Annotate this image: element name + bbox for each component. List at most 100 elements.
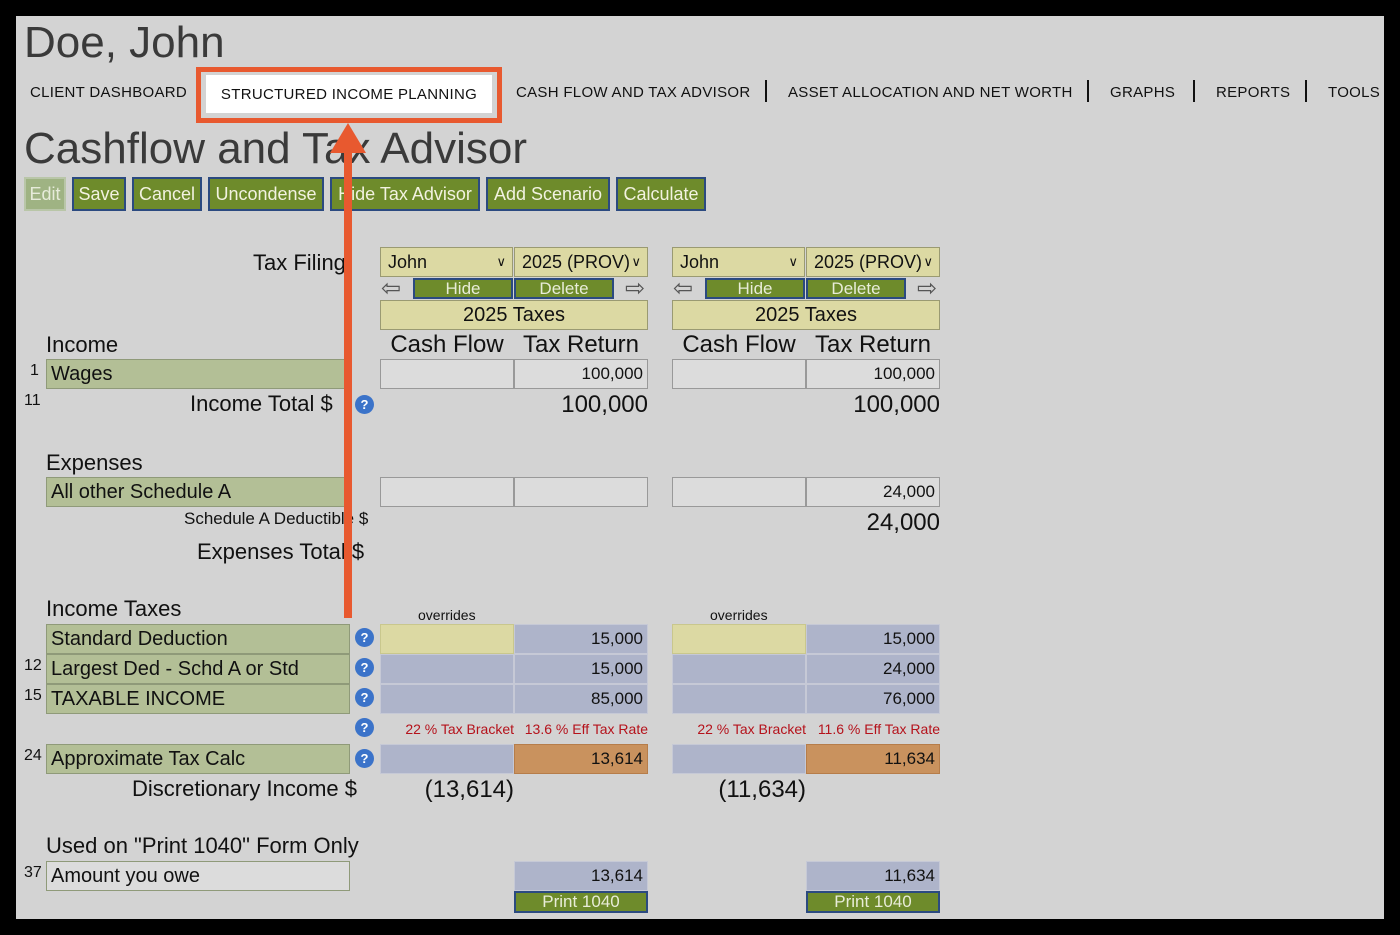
- tax-filing-label: Tax Filing: [253, 250, 346, 275]
- scenario2-schedule-a-cash-flow[interactable]: [672, 477, 806, 507]
- scenario1-schedule-a-tax-return[interactable]: [514, 477, 648, 507]
- scenario1-eff-tax-rate: 13.6 % Eff Tax Rate: [524, 721, 648, 737]
- scenario2-approx-tax: 11,634: [806, 744, 940, 774]
- scenario1-wages-cash-flow[interactable]: [380, 359, 514, 389]
- scenario2-person-value: John: [680, 251, 720, 272]
- scenario1-year-value: 2025 (PROV): [522, 251, 631, 272]
- nav-asset-allocation[interactable]: ASSET ALLOCATION AND NET WORTH: [788, 84, 1073, 101]
- save-button[interactable]: Save: [72, 177, 126, 211]
- scenario2-taxable-income: 76,000: [806, 684, 940, 714]
- add-scenario-button[interactable]: Add Scenario: [486, 177, 610, 211]
- wages-row-label: Wages: [46, 359, 350, 389]
- scenario1-approx-tax: 13,614: [514, 744, 648, 774]
- calculate-button[interactable]: Calculate: [616, 177, 706, 211]
- nav-graphs[interactable]: GRAPHS: [1110, 84, 1175, 101]
- income-total-label: Income Total $: [190, 391, 333, 416]
- arrow-right-icon[interactable]: ⇨: [622, 277, 648, 301]
- scenario2-income-total: 100,000: [853, 391, 940, 418]
- uncondense-button[interactable]: Uncondense: [208, 177, 324, 211]
- scenario2-hide-button[interactable]: Hide: [705, 278, 805, 299]
- nav-separator: [765, 80, 767, 102]
- scenario1-schedule-a-cash-flow[interactable]: [380, 477, 514, 507]
- scenario1-hide-button[interactable]: Hide: [413, 278, 513, 299]
- approx-tax-row-label: Approximate Tax Calc: [46, 744, 350, 774]
- arrow-right-icon[interactable]: ⇨: [914, 277, 940, 301]
- scenario2-approx-tax-cash-flow: [672, 744, 806, 774]
- scenario1-year-select[interactable]: 2025 (PROV) ∨: [514, 247, 648, 277]
- arrow-left-icon[interactable]: ⇦: [670, 277, 696, 301]
- arrow-left-icon[interactable]: ⇦: [378, 277, 404, 301]
- app-window: Doe, John CLIENT DASHBOARD STRUCTURED IN…: [16, 16, 1384, 919]
- income-taxes-section-heading: Income Taxes: [46, 596, 182, 621]
- scenario2-wages-tax-return[interactable]: 100,000: [806, 359, 940, 389]
- nav-client-dashboard[interactable]: CLIENT DASHBOARD: [30, 84, 187, 101]
- print-1040-section-heading: Used on "Print 1040" Form Only: [46, 833, 359, 858]
- nav-reports[interactable]: REPORTS: [1216, 84, 1290, 101]
- scenario2-cash-flow-header: Cash Flow: [682, 331, 796, 358]
- annotation-arrow-line: [344, 148, 352, 618]
- taxable-income-row-label: TAXABLE INCOME: [46, 684, 350, 714]
- scenario1-wages-tax-return[interactable]: 100,000: [514, 359, 648, 389]
- scenario2-taxable-income-cash-flow: [672, 684, 806, 714]
- scenario1-person-select[interactable]: John ∨: [380, 247, 513, 277]
- scenario1-taxable-income-cash-flow: [380, 684, 514, 714]
- scenario2-largest-ded: 24,000: [806, 654, 940, 684]
- scenario2-tax-return-header: Tax Return: [814, 331, 932, 358]
- scenario1-overrides-label: overrides: [418, 607, 476, 623]
- expenses-section-heading: Expenses: [46, 450, 143, 475]
- scenario1-print-1040-button[interactable]: Print 1040: [514, 891, 648, 913]
- question-circle-icon[interactable]: ?: [355, 628, 374, 647]
- question-circle-icon[interactable]: ?: [355, 688, 374, 707]
- scenario2-standard-deduction-override[interactable]: [672, 624, 806, 654]
- scenario2-standard-deduction: 15,000: [806, 624, 940, 654]
- standard-deduction-row-label: Standard Deduction: [46, 624, 350, 654]
- question-circle-icon[interactable]: ?: [355, 718, 374, 737]
- chevron-down-icon: ∨: [631, 254, 641, 269]
- scenario1-income-total: 100,000: [561, 391, 648, 418]
- scenario2-schedule-a-tax-return[interactable]: 24,000: [806, 477, 940, 507]
- nav-separator: [1193, 80, 1195, 102]
- scenario2-year-select[interactable]: 2025 (PROV) ∨: [806, 247, 940, 277]
- scenario2-wages-cash-flow[interactable]: [672, 359, 806, 389]
- nav-tools[interactable]: TOOLS: [1328, 84, 1380, 101]
- line-number: 12: [24, 657, 42, 674]
- scenario2-eff-tax-rate: 11.6 % Eff Tax Rate: [817, 721, 940, 737]
- nav-cash-flow-tax-advisor[interactable]: CASH FLOW AND TAX ADVISOR: [516, 84, 751, 101]
- question-circle-icon[interactable]: ?: [355, 395, 374, 414]
- edit-button[interactable]: Edit: [24, 177, 66, 211]
- scenario2-discretionary-income: (11,634): [718, 776, 806, 803]
- expenses-total-label: Expenses Total $: [197, 539, 365, 564]
- scenario1-standard-deduction: 15,000: [514, 624, 648, 654]
- scenario1-taxable-income: 85,000: [514, 684, 648, 714]
- scenario1-tax-bracket: 22 % Tax Bracket: [405, 721, 514, 737]
- line-number: 24: [24, 747, 42, 764]
- chevron-down-icon: ∨: [788, 254, 798, 269]
- line-number: 11: [24, 392, 41, 409]
- client-name: Doe, John: [24, 18, 225, 67]
- scenario1-discretionary-income: (13,614): [424, 776, 514, 803]
- amount-owe-row-label: Amount you owe: [46, 861, 350, 891]
- scenario2-overrides-label: overrides: [710, 607, 768, 623]
- largest-ded-row-label: Largest Ded - Schd A or Std: [46, 654, 350, 684]
- nav-separator: [1305, 80, 1307, 102]
- scenario1-standard-deduction-override[interactable]: [380, 624, 514, 654]
- line-number: 1: [30, 362, 39, 379]
- line-number: 37: [24, 864, 42, 881]
- hide-tax-advisor-button[interactable]: Hide Tax Advisor: [330, 177, 480, 211]
- cancel-button[interactable]: Cancel: [132, 177, 202, 211]
- scenario2-person-select[interactable]: John ∨: [672, 247, 805, 277]
- discretionary-income-label: Discretionary Income $: [132, 776, 357, 801]
- schedule-a-deductible-label: Schedule A Deductible $: [184, 509, 369, 528]
- scenario2-delete-button[interactable]: Delete: [806, 278, 906, 299]
- scenario2-print-1040-button[interactable]: Print 1040: [806, 891, 940, 913]
- scenario2-largest-ded-cash-flow: [672, 654, 806, 684]
- scenario1-largest-ded: 15,000: [514, 654, 648, 684]
- annotation-arrow-head: [330, 123, 366, 153]
- scenario1-cash-flow-header: Cash Flow: [390, 331, 504, 358]
- question-circle-icon[interactable]: ?: [355, 749, 374, 768]
- scenario2-schedule-a-deductible: 24,000: [866, 509, 940, 536]
- scenario1-delete-button[interactable]: Delete: [514, 278, 614, 299]
- nav-structured-income-planning[interactable]: STRUCTURED INCOME PLANNING: [206, 75, 492, 113]
- question-circle-icon[interactable]: ?: [355, 658, 374, 677]
- chevron-down-icon: ∨: [496, 254, 506, 269]
